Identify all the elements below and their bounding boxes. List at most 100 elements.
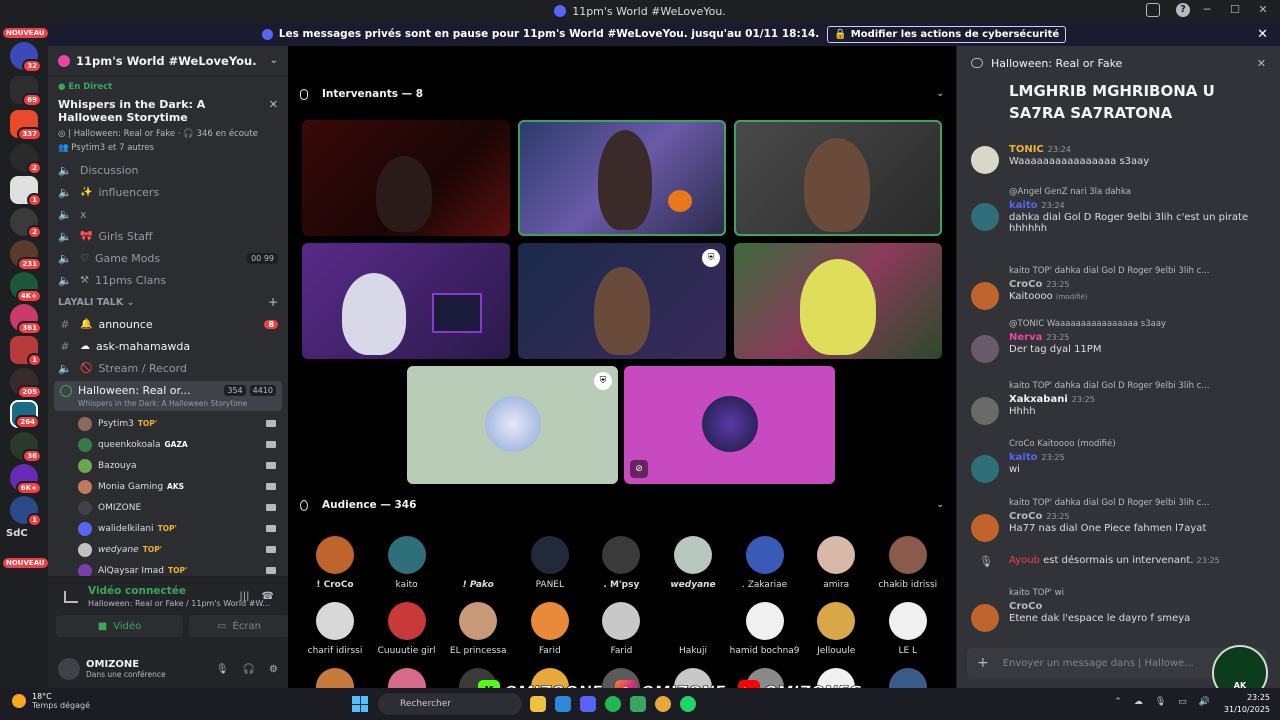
server-icon[interactable]: 69: [10, 76, 42, 107]
audience-member[interactable]: [873, 668, 943, 688]
avatar[interactable]: [971, 455, 999, 483]
reply-preview[interactable]: CroCo Kaitoooo (modifié): [1009, 439, 1267, 449]
server-icon[interactable]: 1: [10, 336, 42, 367]
speaker-video-tile[interactable]: ⛨: [518, 243, 726, 359]
reply-preview[interactable]: kaito TOP' wi: [1009, 588, 1267, 598]
stage-channel-active[interactable]: Halloween: Real or... 354 4410 Whispers i…: [54, 381, 282, 411]
avatar[interactable]: [971, 514, 999, 542]
server-icon[interactable]: 231: [10, 240, 42, 271]
chat-message[interactable]: kaito TOP' wi CroCo Etene dak l'espace le …: [957, 588, 1280, 632]
chrome-icon[interactable]: [655, 696, 671, 712]
server-icon[interactable]: 1: [10, 496, 42, 527]
avatar[interactable]: [971, 397, 999, 425]
avatar[interactable]: [971, 282, 999, 310]
message-author[interactable]: CroCo: [1009, 511, 1042, 522]
volume-icon[interactable]: 🔊: [1199, 697, 1210, 707]
server-icon[interactable]: 4K+: [10, 272, 42, 303]
weather-widget[interactable]: 18°C Temps dégagé: [12, 692, 90, 710]
chat-message[interactable]: CroCo Kaitoooo (modifié) kaito 23:25 wi: [957, 439, 1280, 483]
voice-channel[interactable]: 🔈 🚫 Stream / Record: [48, 357, 288, 379]
reply-preview[interactable]: kaito TOP' dahka dial Gol D Roger 9elbi …: [1009, 381, 1267, 391]
security-actions-button[interactable]: 🔒 Modifier les actions de cybersécurité: [827, 25, 1067, 43]
stage-member[interactable]: Psytim3 TOP': [48, 413, 288, 434]
signal-icon[interactable]: [64, 591, 78, 603]
close-icon[interactable]: ✕: [1257, 27, 1268, 42]
add-attachment-icon[interactable]: +: [977, 655, 989, 671]
message-author[interactable]: Xakxabani: [1009, 394, 1068, 405]
video-button[interactable]: ■ Vidéo: [56, 615, 183, 637]
audience-member[interactable]: kaito: [372, 536, 442, 590]
voice-channel[interactable]: 🔈 🎀 Girls Staff: [48, 225, 288, 247]
speakers-header[interactable]: Intervenants — 8 ⌄: [300, 88, 944, 100]
stage-member[interactable]: OMIZONE: [48, 497, 288, 518]
reply-preview[interactable]: kaito TOP' dahka dial Gol D Roger 9elbi …: [1009, 266, 1267, 276]
inbox-icon[interactable]: [1146, 3, 1160, 17]
speaker-video-tile[interactable]: [302, 243, 510, 359]
category-header[interactable]: LAYALI TALK ⌄ +: [48, 291, 288, 313]
audience-member[interactable]: Cuuuutie girl: [372, 602, 442, 656]
spotify-icon[interactable]: [605, 696, 621, 712]
soundboard-icon[interactable]: |||: [239, 591, 249, 602]
chat-message[interactable]: kaito TOP' dahka dial Gol D Roger 9elbi …: [957, 498, 1280, 542]
audience-member[interactable]: amira: [801, 536, 871, 590]
message-author[interactable]: kaito: [1009, 200, 1037, 211]
avatar[interactable]: [971, 146, 999, 174]
display-icon[interactable]: ▭: [1178, 697, 1187, 707]
audience-member[interactable]: PANEL: [515, 536, 585, 590]
speaker-avatar-tile[interactable]: ⛨: [407, 366, 618, 484]
server-icon[interactable]: 6K+: [10, 464, 42, 495]
voice-channel[interactable]: 🔈 ✨ influencers: [48, 181, 288, 203]
taskbar-search[interactable]: Rechercher: [378, 693, 522, 715]
close-icon[interactable]: ✕: [269, 98, 278, 124]
disconnect-icon[interactable]: ☎: [262, 591, 274, 602]
whatsapp-icon[interactable]: [680, 696, 696, 712]
text-channel[interactable]: # ☁ ask-mahamawda: [48, 335, 288, 357]
clock[interactable]: 23:25 31/10/2025: [1224, 692, 1270, 716]
audience-member[interactable]: wedyane: [658, 536, 728, 590]
maximize-button[interactable]: ☐: [1228, 3, 1242, 16]
avatar[interactable]: [971, 335, 999, 363]
speaker-avatar-tile[interactable]: ⊘: [624, 366, 835, 484]
windows-start-icon[interactable]: [352, 696, 368, 712]
live-event-card[interactable]: ● En Direct Whispers in the Dark: A Hall…: [48, 76, 288, 159]
chat-message[interactable]: kaito TOP' dahka dial Gol D Roger 9elbi …: [957, 266, 1280, 310]
gear-icon[interactable]: ⚙: [269, 664, 278, 675]
audience-member[interactable]: . M'psy: [586, 536, 656, 590]
microphone-icon[interactable]: 🎙: [216, 664, 229, 675]
audience-member[interactable]: . Zakariae: [730, 536, 800, 590]
voice-channel[interactable]: 🔈 x: [48, 203, 288, 225]
avatar[interactable]: [971, 203, 999, 231]
audience-member[interactable]: Hakuji: [658, 602, 728, 656]
help-icon[interactable]: ?: [1176, 3, 1190, 17]
speaker-video-tile[interactable]: [734, 243, 942, 359]
chat-message[interactable]: @Angel GenZ nari 3la dahka kaito 23:24 dahk…: [957, 187, 1280, 234]
minimize-button[interactable]: ─: [1200, 3, 1214, 16]
audience-member[interactable]: chakib idrissi: [873, 536, 943, 590]
audience-header[interactable]: Audience — 346 ⌄: [300, 499, 944, 511]
cloud-icon[interactable]: ☁: [1134, 697, 1143, 707]
avatar[interactable]: [971, 604, 999, 632]
server-sdc[interactable]: SdC: [6, 528, 28, 539]
voice-channel[interactable]: 🔈 ⚒ 11pms Clans: [48, 269, 288, 291]
reply-preview[interactable]: @Angel GenZ nari 3la dahka: [1009, 187, 1267, 197]
message-author[interactable]: CroCo: [1009, 601, 1042, 612]
speaker-video-tile[interactable]: [518, 120, 726, 236]
audience-member[interactable]: LE L: [873, 602, 943, 656]
audience-member[interactable]: [300, 668, 370, 688]
stage-member[interactable]: walidelkilani TOP': [48, 518, 288, 539]
audience-member[interactable]: ! Pako: [443, 536, 513, 590]
voice-channel[interactable]: 🔈 Discussion: [48, 159, 288, 181]
server-icon[interactable]: 1: [10, 176, 42, 207]
audience-member[interactable]: EL princessa: [443, 602, 513, 656]
server-icon[interactable]: 205: [10, 368, 42, 399]
reply-preview[interactable]: kaito TOP' dahka dial Gol D Roger 9elbi …: [1009, 498, 1267, 508]
server-icon[interactable]: 361: [10, 304, 42, 335]
app-icon[interactable]: [555, 696, 571, 712]
speaker-video-tile[interactable]: [734, 120, 942, 236]
audience-member[interactable]: Farid: [586, 602, 656, 656]
close-icon[interactable]: ✕: [1257, 57, 1266, 70]
avatar[interactable]: [58, 658, 80, 680]
chat-message[interactable]: kaito TOP' dahka dial Gol D Roger 9elbi …: [957, 381, 1280, 425]
system-user[interactable]: Ayoub: [1009, 555, 1040, 566]
microphone-icon[interactable]: 🎙: [1155, 697, 1166, 707]
